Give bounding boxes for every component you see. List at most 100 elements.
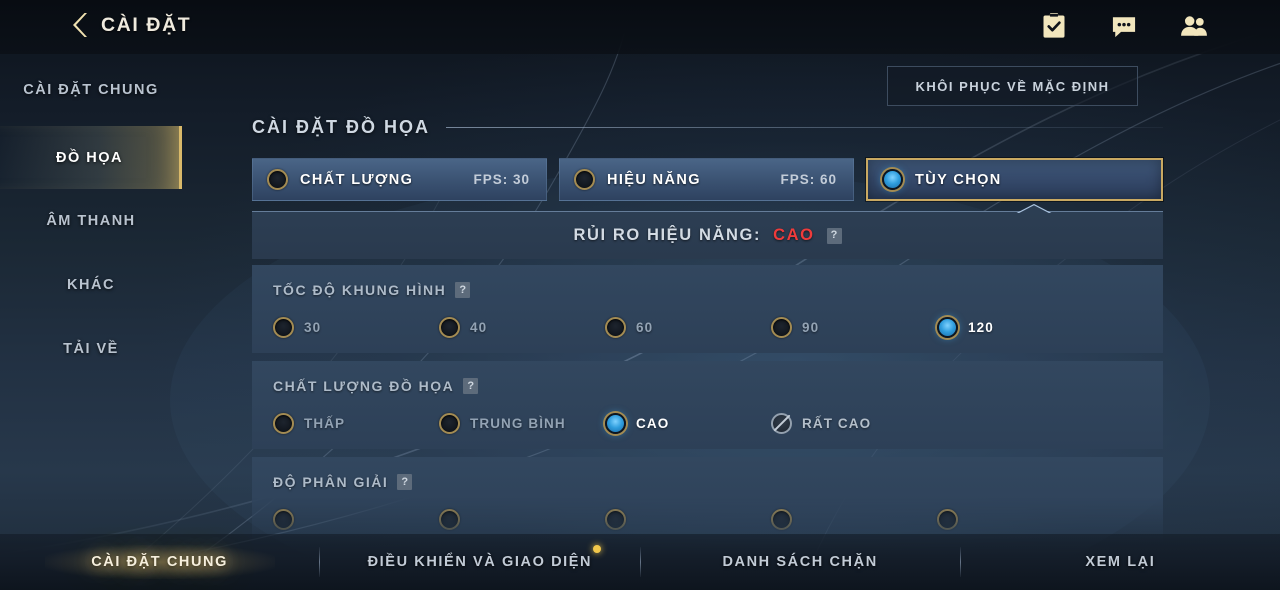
option-resolution-4[interactable] bbox=[771, 508, 937, 530]
restore-defaults-label: KHÔI PHỤC VỀ MẶC ĐỊNH bbox=[915, 78, 1110, 94]
sidebar-item-graphics[interactable]: ĐỒ HỌA bbox=[0, 126, 182, 189]
preset-tab-custom-label: TÙY CHỌN bbox=[915, 171, 1002, 188]
radio-icon-quality-medium bbox=[439, 412, 460, 434]
radio-icon-resolution-1 bbox=[273, 508, 294, 530]
option-quality-very-high[interactable]: RẤT CAO bbox=[771, 412, 872, 434]
option-framerate-40[interactable]: 40 bbox=[439, 316, 605, 338]
radio-icon-framerate-90 bbox=[771, 316, 792, 338]
bottom-nav-controls-interface-label: ĐIỀU KHIỂN VÀ GIAO DIỆN bbox=[368, 545, 602, 570]
option-quality-low[interactable]: THẤP bbox=[273, 412, 439, 434]
option-resolution-3[interactable] bbox=[605, 508, 771, 530]
option-framerate-90[interactable]: 90 bbox=[771, 316, 937, 338]
radio-icon-quality-high bbox=[605, 412, 626, 434]
option-group-graphics-quality-header: CHẤT LƯỢNG ĐỒ HỌA ? bbox=[252, 375, 1163, 397]
option-group-framerate-title: TỐC ĐỘ KHUNG HÌNH bbox=[273, 282, 447, 298]
radio-icon-custom bbox=[882, 169, 903, 190]
radio-icon-framerate-40 bbox=[439, 316, 460, 338]
performance-risk-label: RỦI RO HIỆU NĂNG: bbox=[573, 226, 762, 244]
option-group-graphics-quality: CHẤT LƯỢNG ĐỒ HỌA ? THẤP TRUNG BÌNH CAO bbox=[252, 361, 1163, 449]
option-quality-high-label: CAO bbox=[636, 415, 670, 431]
option-quality-very-high-label: RẤT CAO bbox=[802, 415, 872, 431]
option-group-resolution-title: ĐỘ PHÂN GIẢI bbox=[273, 474, 389, 490]
sidebar-item-downloads-label: TẢI VỀ bbox=[63, 341, 119, 357]
sidebar-item-graphics-label: ĐỒ HỌA bbox=[56, 149, 123, 166]
bottom-nav-general-settings-label: CÀI ĐẶT CHUNG bbox=[91, 554, 229, 570]
option-list-framerate: 30 40 60 90 120 bbox=[252, 301, 1163, 353]
option-group-framerate-header: TỐC ĐỘ KHUNG HÌNH ? bbox=[252, 279, 1163, 301]
top-bar: CÀI ĐẶT bbox=[0, 0, 1280, 54]
help-icon-resolution[interactable]: ? bbox=[397, 474, 413, 490]
option-list-graphics-quality: THẤP TRUNG BÌNH CAO RẤT CAO bbox=[252, 397, 1163, 449]
bottom-nav-general-settings[interactable]: CÀI ĐẶT CHUNG bbox=[0, 534, 319, 590]
option-quality-low-label: THẤP bbox=[304, 415, 346, 431]
option-quality-high[interactable]: CAO bbox=[605, 412, 771, 434]
mission-clipboard-icon[interactable] bbox=[1040, 12, 1068, 40]
top-icon-group bbox=[1040, 12, 1208, 40]
back-button[interactable]: CÀI ĐẶT bbox=[72, 12, 191, 38]
sidebar-item-general[interactable]: CÀI ĐẶT CHUNG bbox=[0, 54, 182, 126]
option-framerate-30[interactable]: 30 bbox=[273, 316, 439, 338]
bottom-nav-controls-interface[interactable]: ĐIỀU KHIỂN VÀ GIAO DIỆN bbox=[320, 534, 639, 590]
option-resolution-2[interactable] bbox=[439, 508, 605, 530]
help-icon-graphics-quality[interactable]: ? bbox=[463, 378, 479, 394]
preset-tab-performance-label: HIỆU NĂNG bbox=[607, 171, 701, 188]
sidebar-item-audio-label: ÂM THANH bbox=[46, 213, 136, 229]
performance-risk-banner: RỦI RO HIỆU NĂNG: CAO ? bbox=[252, 203, 1163, 259]
sidebar: CÀI ĐẶT CHUNG ĐỒ HỌA ÂM THANH KHÁC TẢI V… bbox=[0, 54, 182, 534]
preset-tab-custom[interactable]: TÙY CHỌN bbox=[866, 158, 1163, 201]
radio-icon-quality-low bbox=[273, 412, 294, 434]
option-framerate-30-label: 30 bbox=[304, 319, 322, 335]
option-quality-medium-label: TRUNG BÌNH bbox=[470, 415, 566, 431]
radio-icon-resolution-4 bbox=[771, 508, 792, 530]
preset-tab-performance[interactable]: HIỆU NĂNG FPS: 60 bbox=[559, 158, 854, 201]
radio-icon-framerate-60 bbox=[605, 316, 626, 338]
bottom-nav: CÀI ĐẶT CHUNG ĐIỀU KHIỂN VÀ GIAO DIỆN DA… bbox=[0, 534, 1280, 590]
chevron-left-icon bbox=[73, 13, 87, 37]
radio-icon-framerate-30 bbox=[273, 316, 294, 338]
option-resolution-5[interactable] bbox=[937, 508, 968, 530]
help-icon-framerate[interactable]: ? bbox=[455, 282, 471, 298]
settings-panel: RỦI RO HIỆU NĂNG: CAO ? TỐC ĐỘ KHUNG HÌN… bbox=[252, 203, 1163, 545]
radio-icon-performance bbox=[574, 169, 595, 190]
bottom-nav-blocklist[interactable]: DANH SÁCH CHẶN bbox=[641, 534, 960, 590]
radio-icon-framerate-120 bbox=[937, 316, 958, 338]
preset-tab-quality-label: CHẤT LƯỢNG bbox=[300, 171, 414, 188]
option-quality-medium[interactable]: TRUNG BÌNH bbox=[439, 412, 605, 434]
option-group-graphics-quality-title: CHẤT LƯỢNG ĐỒ HỌA bbox=[273, 378, 455, 394]
sidebar-item-general-label: CÀI ĐẶT CHUNG bbox=[23, 82, 159, 98]
page-title: CÀI ĐẶT bbox=[101, 13, 192, 36]
preset-tabs: CHẤT LƯỢNG FPS: 30 HIỆU NĂNG FPS: 60 TÙY… bbox=[252, 158, 1163, 201]
help-icon-risk[interactable]: ? bbox=[826, 227, 842, 244]
sidebar-item-downloads[interactable]: TẢI VỀ bbox=[0, 317, 182, 381]
option-framerate-60[interactable]: 60 bbox=[605, 316, 771, 338]
preset-tab-performance-fps: FPS: 60 bbox=[780, 172, 837, 187]
preset-tab-quality[interactable]: CHẤT LƯỢNG FPS: 30 bbox=[252, 158, 547, 201]
bottom-nav-blocklist-label: DANH SÁCH CHẶN bbox=[722, 554, 878, 570]
option-framerate-60-label: 60 bbox=[636, 319, 654, 335]
section-header: CÀI ĐẶT ĐỒ HỌA bbox=[252, 110, 1163, 144]
restore-defaults-button[interactable]: KHÔI PHỤC VỀ MẶC ĐỊNH bbox=[887, 66, 1138, 106]
sidebar-item-audio[interactable]: ÂM THANH bbox=[0, 189, 182, 253]
graphics-settings-content: CÀI ĐẶT ĐỒ HỌA CHẤT LƯỢNG FPS: 30 HIỆU N… bbox=[252, 54, 1163, 545]
selected-tab-notch bbox=[1014, 202, 1054, 213]
radio-icon-resolution-3 bbox=[605, 508, 626, 530]
option-framerate-90-label: 90 bbox=[802, 319, 820, 335]
radio-icon-quality bbox=[267, 169, 288, 190]
preset-tab-quality-fps: FPS: 30 bbox=[473, 172, 530, 187]
option-group-resolution-header: ĐỘ PHÂN GIẢI ? bbox=[252, 471, 1163, 493]
radio-icon-resolution-2 bbox=[439, 508, 460, 530]
option-framerate-40-label: 40 bbox=[470, 319, 488, 335]
notification-badge-dot bbox=[593, 545, 602, 553]
bottom-nav-review-label: XEM LẠI bbox=[1085, 554, 1156, 570]
friends-people-icon[interactable] bbox=[1180, 12, 1208, 40]
section-title: CÀI ĐẶT ĐỒ HỌA bbox=[252, 116, 430, 137]
section-divider bbox=[446, 126, 1163, 128]
blocked-icon-quality-very-high bbox=[771, 412, 792, 434]
option-group-resolution: ĐỘ PHÂN GIẢI ? bbox=[252, 457, 1163, 545]
sidebar-item-other[interactable]: KHÁC bbox=[0, 253, 182, 317]
option-framerate-120[interactable]: 120 bbox=[937, 316, 994, 338]
bottom-nav-review[interactable]: XEM LẠI bbox=[961, 534, 1280, 590]
option-framerate-120-label: 120 bbox=[968, 319, 994, 335]
option-resolution-1[interactable] bbox=[273, 508, 439, 530]
chat-bubble-icon[interactable] bbox=[1110, 12, 1138, 40]
